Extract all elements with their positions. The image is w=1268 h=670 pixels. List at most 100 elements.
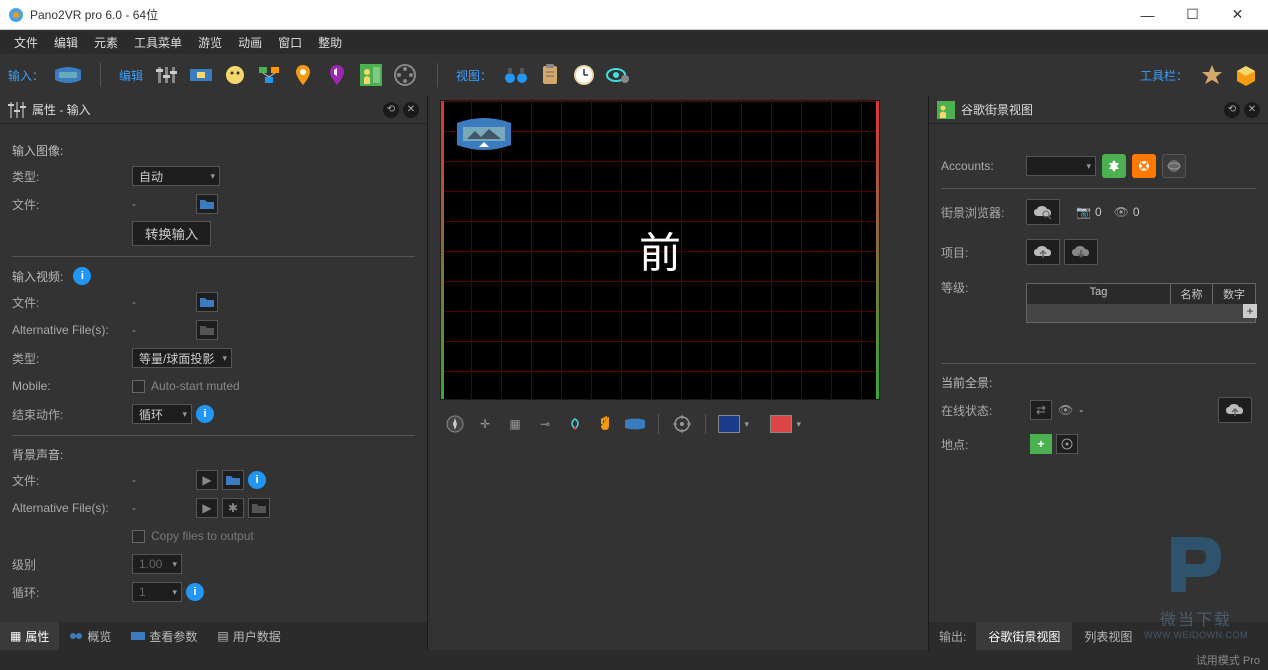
alt-files-value: -: [132, 323, 192, 337]
patch-icon[interactable]: [187, 61, 215, 89]
project-label: 项目:: [941, 244, 1026, 261]
tab-userdata[interactable]: ▤ 用户数据: [207, 622, 290, 650]
clipboard-icon[interactable]: [536, 61, 564, 89]
panel-close-button[interactable]: ✕: [403, 102, 419, 118]
menu-window[interactable]: 窗口: [270, 34, 310, 51]
link-button[interactable]: ⇄: [1030, 400, 1052, 420]
loop-label: 循环:: [12, 584, 132, 601]
projection-select[interactable]: 等量/球面投影: [132, 348, 232, 368]
cloud-search-button[interactable]: [1026, 199, 1060, 225]
browser-label: 街景浏览器:: [941, 204, 1026, 221]
box-tool-icon[interactable]: [1232, 61, 1260, 89]
tab-properties[interactable]: ▦ 属性: [0, 622, 59, 650]
info-icon-4[interactable]: i: [186, 583, 204, 601]
viewer-panel: 前 ✛ ▦ ⊸: [428, 96, 928, 650]
copy-files-label: Copy files to output: [151, 529, 254, 543]
end-action-select[interactable]: 循环: [132, 404, 192, 424]
account-remove-button[interactable]: [1132, 154, 1156, 178]
menu-elements[interactable]: 元素: [86, 34, 126, 51]
face-icon[interactable]: [221, 61, 249, 89]
menu-tour[interactable]: 游览: [190, 34, 230, 51]
grid-icon[interactable]: ▦: [504, 413, 526, 435]
key-icon[interactable]: ⊸: [534, 413, 556, 435]
type-label: 类型:: [12, 168, 132, 185]
cloud-download-button[interactable]: [1064, 239, 1098, 265]
menu-edit[interactable]: 编辑: [46, 34, 86, 51]
info-icon[interactable]: i: [73, 267, 91, 285]
play-button-2[interactable]: ▶: [196, 498, 218, 518]
panorama-viewer[interactable]: 前: [440, 100, 880, 400]
account-ok-button[interactable]: [1102, 154, 1126, 178]
minimize-button[interactable]: —: [1125, 1, 1170, 29]
video-file-label: 文件:: [12, 294, 132, 311]
wifi-icon[interactable]: [564, 413, 586, 435]
panel-popout-button[interactable]: ⟲: [383, 102, 399, 118]
add-location-button[interactable]: +: [1030, 434, 1052, 454]
clock-icon[interactable]: [570, 61, 598, 89]
input-image-section: 输入图像:: [12, 142, 415, 159]
account-globe-button[interactable]: [1162, 154, 1186, 178]
tab-listview[interactable]: 列表视图: [1072, 622, 1144, 650]
gear-button[interactable]: ✱: [222, 498, 244, 518]
menu-tools[interactable]: 工具菜单: [126, 34, 190, 51]
right-panel-tabs: 输出: 谷歌街景视图 列表视图: [929, 622, 1268, 650]
menu-help[interactable]: 整助: [310, 34, 350, 51]
type2-label: 类型:: [12, 350, 132, 367]
info-icon-2[interactable]: i: [196, 405, 214, 423]
toolbar-toolbox-label: 工具栏：: [1140, 67, 1188, 84]
status-bar: 试用模式 Pro: [0, 650, 1268, 670]
menu-file[interactable]: 文件: [6, 34, 46, 51]
streetview-icon[interactable]: [357, 61, 385, 89]
hotspot-icon[interactable]: [255, 61, 283, 89]
info-icon-3[interactable]: i: [248, 471, 266, 489]
accounts-select[interactable]: [1026, 156, 1096, 176]
location-target-button[interactable]: [1056, 434, 1078, 454]
target-icon[interactable]: [671, 413, 693, 435]
mobile-label: Mobile:: [12, 379, 132, 393]
color-red-picker[interactable]: [770, 415, 792, 433]
video-file-value: -: [132, 295, 192, 309]
menu-animation[interactable]: 动画: [230, 34, 270, 51]
convert-input-button[interactable]: 转换输入: [132, 221, 211, 246]
eye-gear-icon[interactable]: [604, 61, 632, 89]
type-select[interactable]: 自动: [132, 166, 220, 186]
crosshair-icon[interactable]: ✛: [474, 413, 496, 435]
input-video-section: 输入视频:: [12, 268, 63, 285]
sound-pin-icon[interactable]: [323, 61, 351, 89]
binoculars-icon[interactable]: [502, 61, 530, 89]
pin-icon[interactable]: [289, 61, 317, 89]
copy-files-checkbox[interactable]: [132, 530, 145, 543]
reel-icon[interactable]: [391, 61, 419, 89]
compass-icon[interactable]: [444, 413, 466, 435]
file-browse-button[interactable]: [196, 194, 218, 214]
toolbar-input-label: 输入：: [8, 67, 44, 84]
file-label: 文件:: [12, 196, 132, 213]
maximize-button[interactable]: ☐: [1170, 1, 1215, 29]
sound-browse-button[interactable]: [222, 470, 244, 490]
close-button[interactable]: ✕: [1215, 1, 1260, 29]
level-label: 级别: [12, 556, 132, 573]
right-popout-button[interactable]: ⟲: [1224, 102, 1240, 118]
sound-alt-browse[interactable]: [248, 498, 270, 518]
table-row[interactable]: +: [1027, 304, 1255, 322]
star-tool-icon[interactable]: [1198, 61, 1226, 89]
tab-overview[interactable]: 概览: [59, 622, 121, 650]
add-row-button[interactable]: +: [1243, 304, 1257, 318]
alt-browse-button[interactable]: [196, 320, 218, 340]
autostart-checkbox[interactable]: [132, 380, 145, 393]
level-input[interactable]: 1.00: [132, 554, 182, 574]
tab-streetview[interactable]: 谷歌街景视图: [976, 622, 1072, 650]
play-button[interactable]: ▶: [196, 470, 218, 490]
loop-input[interactable]: 1: [132, 582, 182, 602]
video-browse-button[interactable]: [196, 292, 218, 312]
pano-input-icon[interactable]: [54, 61, 82, 89]
sliders-icon[interactable]: [153, 61, 181, 89]
right-close-button[interactable]: ✕: [1244, 102, 1260, 118]
pano-mini-icon[interactable]: [624, 413, 646, 435]
color-blue-picker[interactable]: [718, 415, 740, 433]
hand-icon[interactable]: [594, 413, 616, 435]
cloud-upload-button[interactable]: [1026, 239, 1060, 265]
cloud-sync-button[interactable]: [1218, 397, 1252, 423]
visibility-icon[interactable]: 👁: [1058, 403, 1073, 417]
tab-params[interactable]: 查看参数: [121, 622, 207, 650]
